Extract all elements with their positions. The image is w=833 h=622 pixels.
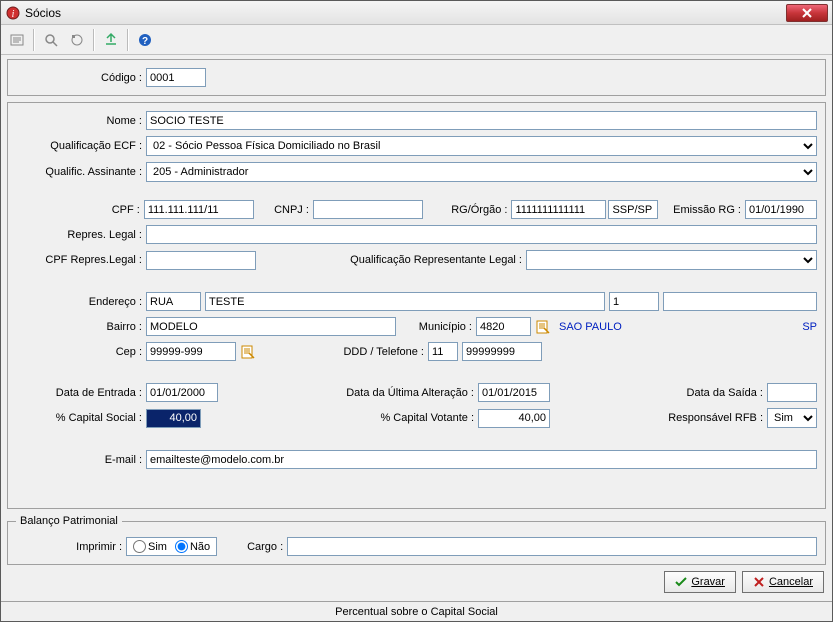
data-entrada-label: Data de Entrada : [16,387,146,399]
window-title: Sócios [25,6,786,20]
cep-label: Cep : [16,346,146,358]
capital-social-input[interactable] [146,409,201,428]
data-ultima-alt-label: Data da Última Alteração : [218,387,478,399]
toolbar-btn-4[interactable] [99,28,123,52]
toolbar-btn-2[interactable] [39,28,63,52]
rg-label: RG/Órgão : [423,204,512,216]
check-icon [675,576,687,588]
cpf-input[interactable] [144,200,254,219]
responsavel-rfb-select[interactable]: Sim [767,408,817,428]
cargo-label: Cargo : [217,541,287,553]
emissao-rg-label: Emissão RG : [658,204,745,216]
telefone-input[interactable] [462,342,542,361]
capital-social-label: % Capital Social : [16,412,146,424]
codigo-label: Código : [16,72,146,84]
fieldset-balanco: Balanço Patrimonial Imprimir : Sim Não C… [7,515,826,565]
municipio-uf-text: SP [793,321,817,333]
cancelar-button[interactable]: Cancelar [742,571,824,593]
endereco-logradouro-input[interactable] [205,292,605,311]
toolbar-separator [93,29,95,51]
municipio-nome-text: SAO PAULO [553,321,793,333]
qualif-repres-select[interactable] [526,250,817,270]
cargo-input[interactable] [287,537,817,556]
window: i Sócios ? Código : [0,0,833,622]
cpf-repres-label: CPF Repres.Legal : [16,254,146,266]
repres-legal-input[interactable] [146,225,817,244]
qualif-ecf-select[interactable]: 02 - Sócio Pessoa Física Domiciliado no … [146,136,817,156]
municipio-label: Município : [396,321,476,333]
x-icon [753,576,765,588]
municipio-lookup-icon[interactable] [533,317,553,336]
qualif-ecf-label: Qualificação ECF : [16,140,146,152]
data-saida-input[interactable] [767,383,817,402]
qualif-assinante-label: Qualific. Assinante : [16,166,146,178]
balanco-legend: Balanço Patrimonial [16,515,122,527]
close-button[interactable] [786,4,828,22]
cpf-repres-input[interactable] [146,251,256,270]
rg-orgao-input[interactable] [608,200,658,219]
ddd-tel-label: DDD / Telefone : [258,346,428,358]
bairro-label: Bairro : [16,321,146,333]
codigo-input[interactable] [146,68,206,87]
nome-label: Nome : [16,115,146,127]
app-icon: i [5,5,21,21]
municipio-codigo-input[interactable] [476,317,531,336]
qualif-assinante-select[interactable]: 205 - Administrador [146,162,817,182]
email-input[interactable] [146,450,817,469]
ddd-input[interactable] [428,342,458,361]
repres-legal-label: Repres. Legal : [16,229,146,241]
cep-input[interactable] [146,342,236,361]
statusbar: Percentual sobre o Capital Social [1,601,832,621]
qualif-repres-label: Qualificação Representante Legal : [256,254,526,266]
endereco-complemento-input[interactable] [663,292,817,311]
imprimir-sim-radio[interactable]: Sim [133,540,167,553]
cep-lookup-icon[interactable] [238,342,258,361]
email-label: E-mail : [16,454,146,466]
panel-codigo: Código : [7,59,826,96]
toolbar-btn-1[interactable] [5,28,29,52]
button-row: Gravar Cancelar [7,569,826,597]
toolbar-btn-help[interactable]: ? [133,28,157,52]
data-saida-label: Data da Saída : [657,387,767,399]
toolbar-btn-3[interactable] [65,28,89,52]
imprimir-nao-radio[interactable]: Não [175,540,210,553]
toolbar: ? [1,25,832,55]
imprimir-radio-group: Sim Não [126,537,217,556]
bairro-input[interactable] [146,317,396,336]
endereco-numero-input[interactable] [609,292,659,311]
data-ultima-alt-input[interactable] [478,383,550,402]
titlebar: i Sócios [1,1,832,25]
cnpj-label: CNPJ : [254,204,313,216]
data-entrada-input[interactable] [146,383,218,402]
svg-text:?: ? [142,36,148,47]
responsavel-rfb-label: Responsável RFB : [657,412,767,424]
endereco-tipo-input[interactable] [146,292,201,311]
cpf-label: CPF : [16,204,144,216]
gravar-button[interactable]: Gravar [664,571,736,593]
toolbar-separator [33,29,35,51]
imprimir-label: Imprimir : [16,541,126,553]
rg-input[interactable] [511,200,606,219]
nome-input[interactable] [146,111,817,130]
statusbar-text: Percentual sobre o Capital Social [335,606,498,618]
svg-text:i: i [12,9,15,20]
cnpj-input[interactable] [313,200,423,219]
endereco-label: Endereço : [16,296,146,308]
panel-main: Nome : Qualificação ECF : 02 - Sócio Pes… [7,102,826,509]
capital-votante-label: % Capital Votante : [201,412,478,424]
toolbar-separator [127,29,129,51]
capital-votante-input[interactable] [478,409,550,428]
emissao-rg-input[interactable] [745,200,817,219]
